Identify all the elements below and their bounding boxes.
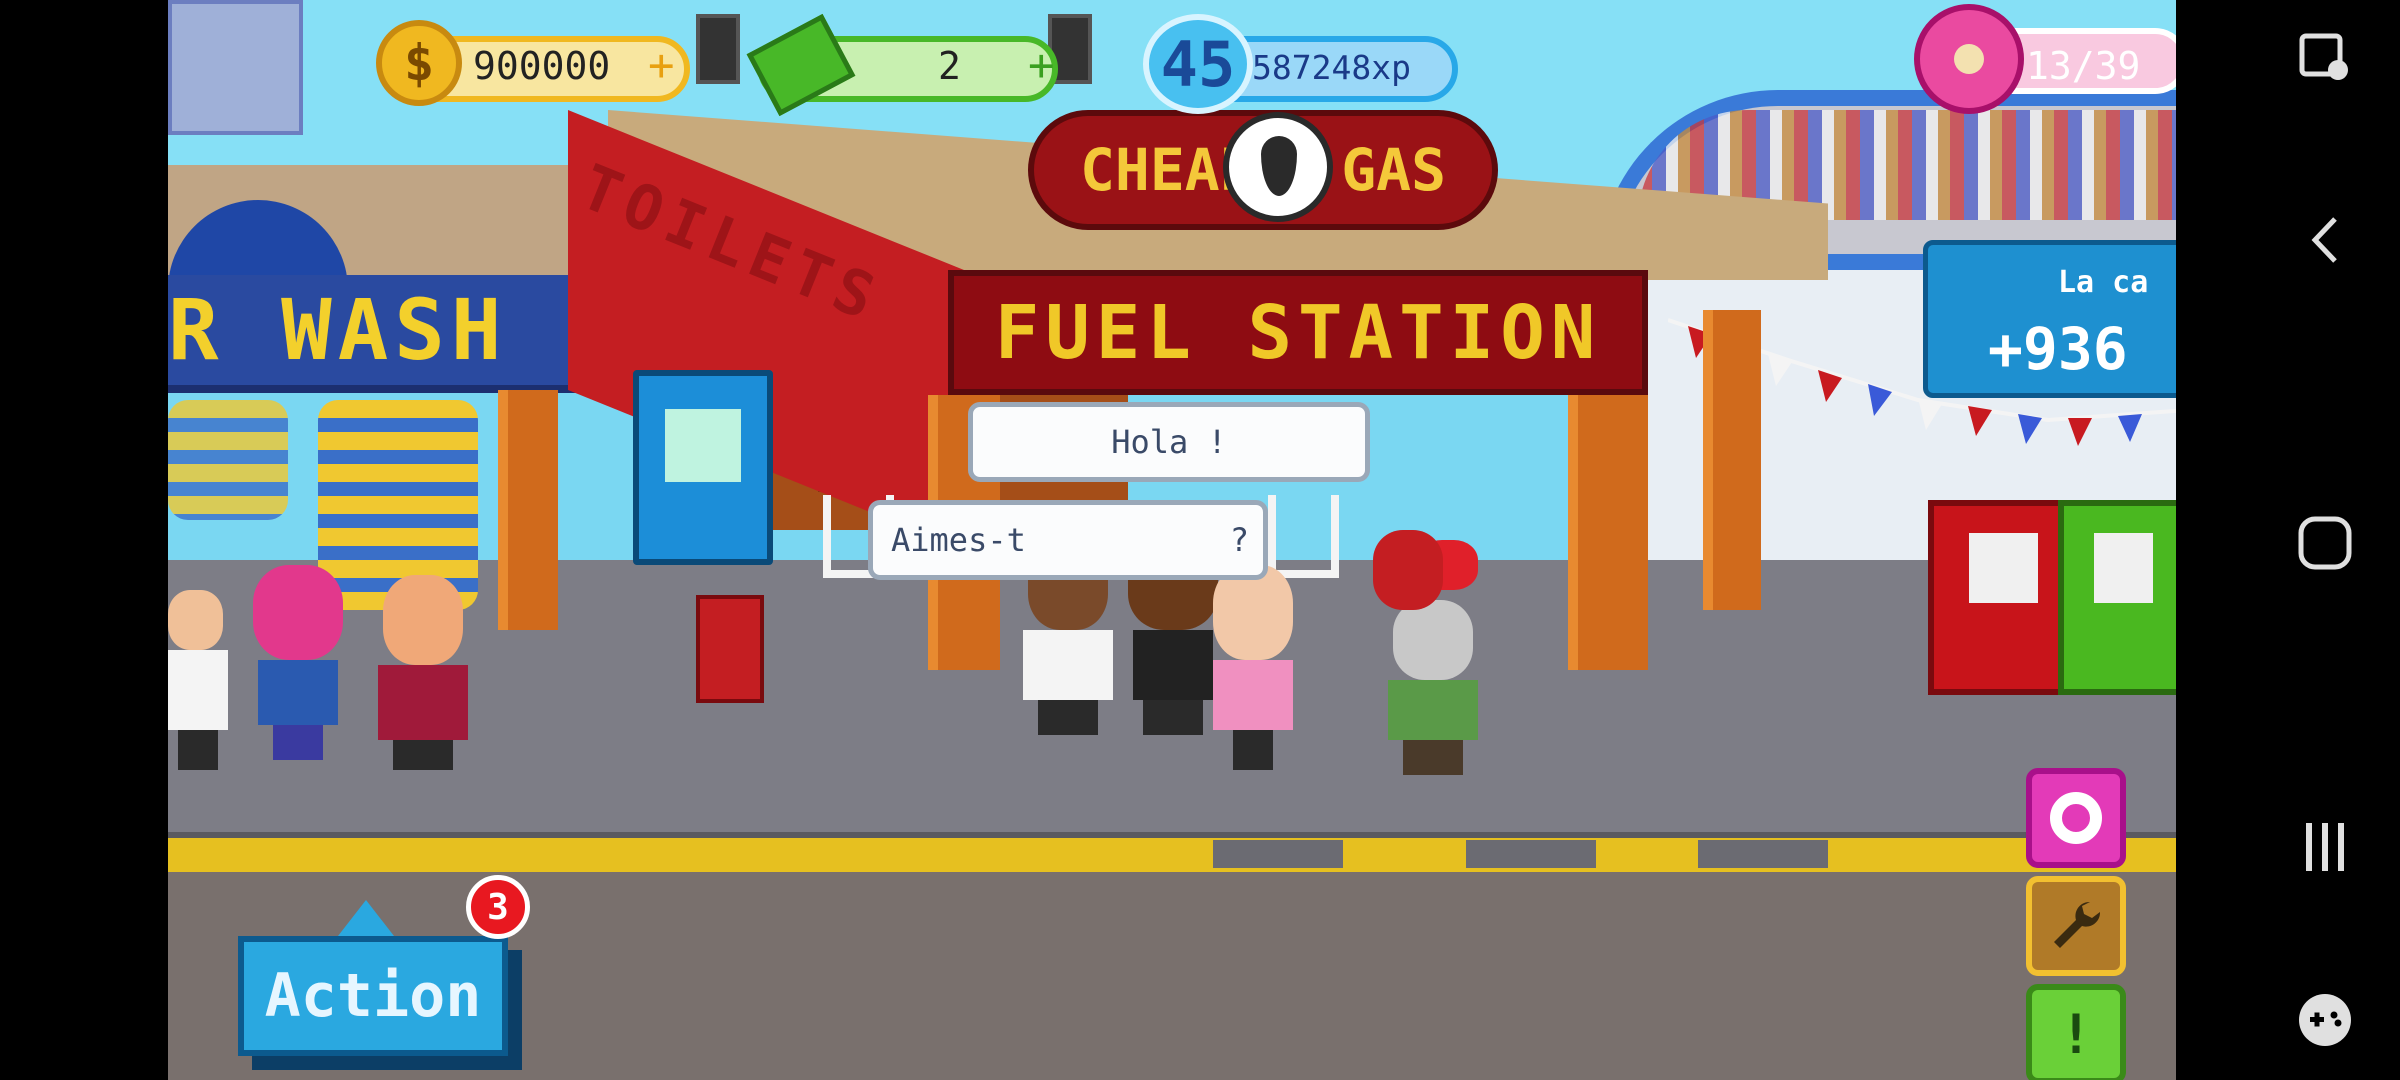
character-red-robot[interactable] [1368, 470, 1478, 630]
recents-icon[interactable] [2290, 812, 2360, 882]
speaker-icon [696, 14, 740, 84]
character-chef[interactable] [168, 590, 238, 780]
coin-amount: 900000 [473, 44, 611, 88]
reward-panel[interactable]: La ca +936 [1923, 240, 2176, 398]
speech-bubble-hola: Hola ! [968, 402, 1370, 482]
coin-icon: $ [376, 20, 462, 106]
back-icon[interactable] [2290, 205, 2360, 275]
action-button[interactable]: Action [238, 936, 508, 1056]
vending-machine-red[interactable] [1928, 500, 2078, 695]
speech-text: Aimes-t [891, 521, 1026, 559]
game-scene[interactable]: R WASH TOILETS FUEL STATION La ca +936 C… [168, 0, 2176, 1080]
reward-panel-amount: +936 [1988, 315, 2128, 383]
action-arrow-icon [338, 900, 394, 936]
quests-button[interactable]: ! [2026, 984, 2126, 1080]
notification-badge: 3 [466, 875, 530, 939]
character-brown-hair-woman[interactable] [1203, 565, 1303, 775]
gas-label: GAS [1341, 136, 1446, 204]
fuel-station-sign: FUEL STATION [948, 270, 1648, 395]
station-pillar [1568, 395, 1648, 670]
speech-text-end: ? [1229, 521, 1249, 559]
add-coins-button[interactable]: + [648, 40, 675, 91]
cash-amount: 2 [938, 44, 961, 88]
donut-shop-button[interactable] [2026, 768, 2126, 868]
android-nav-bar [2176, 0, 2400, 1080]
build-button[interactable] [2026, 876, 2126, 976]
donut-amount: 13/39 [2026, 44, 2141, 88]
reward-panel-title: La ca [2058, 265, 2149, 300]
vending-machine-green[interactable] [2058, 500, 2176, 695]
carwash-sign: R WASH [168, 275, 608, 393]
exclamation-icon: ! [2059, 1002, 2093, 1066]
screenshot-icon[interactable] [2290, 22, 2360, 92]
left-black-bar [0, 0, 168, 1080]
level-star-icon: 45 [1143, 14, 1253, 114]
donut-icon [1914, 4, 2024, 114]
speech-bubble-question: Aimes-t ? [868, 500, 1268, 580]
player-avatar[interactable] [168, 0, 303, 135]
vending-machine-blue[interactable] [633, 370, 773, 565]
curb-segment [1698, 840, 1828, 868]
wrench-icon [2054, 901, 2101, 948]
curb-segment [1466, 840, 1596, 868]
red-mailbox[interactable] [696, 595, 764, 703]
stadium-pillar [1703, 310, 1761, 610]
character-pink-hair[interactable] [238, 565, 358, 765]
curb-segment [1213, 840, 1343, 868]
xp-amount: 587248xp [1252, 48, 1411, 87]
add-cash-button[interactable]: + [1028, 40, 1055, 91]
game-controller-icon[interactable] [2290, 985, 2360, 1055]
home-icon[interactable] [2290, 508, 2360, 578]
carwash-pillar [498, 390, 558, 630]
oil-drop-icon [1223, 112, 1333, 222]
character-red-bandana[interactable] [363, 575, 483, 775]
donut-ring-icon [2050, 792, 2102, 844]
carwash-brush [168, 400, 288, 520]
